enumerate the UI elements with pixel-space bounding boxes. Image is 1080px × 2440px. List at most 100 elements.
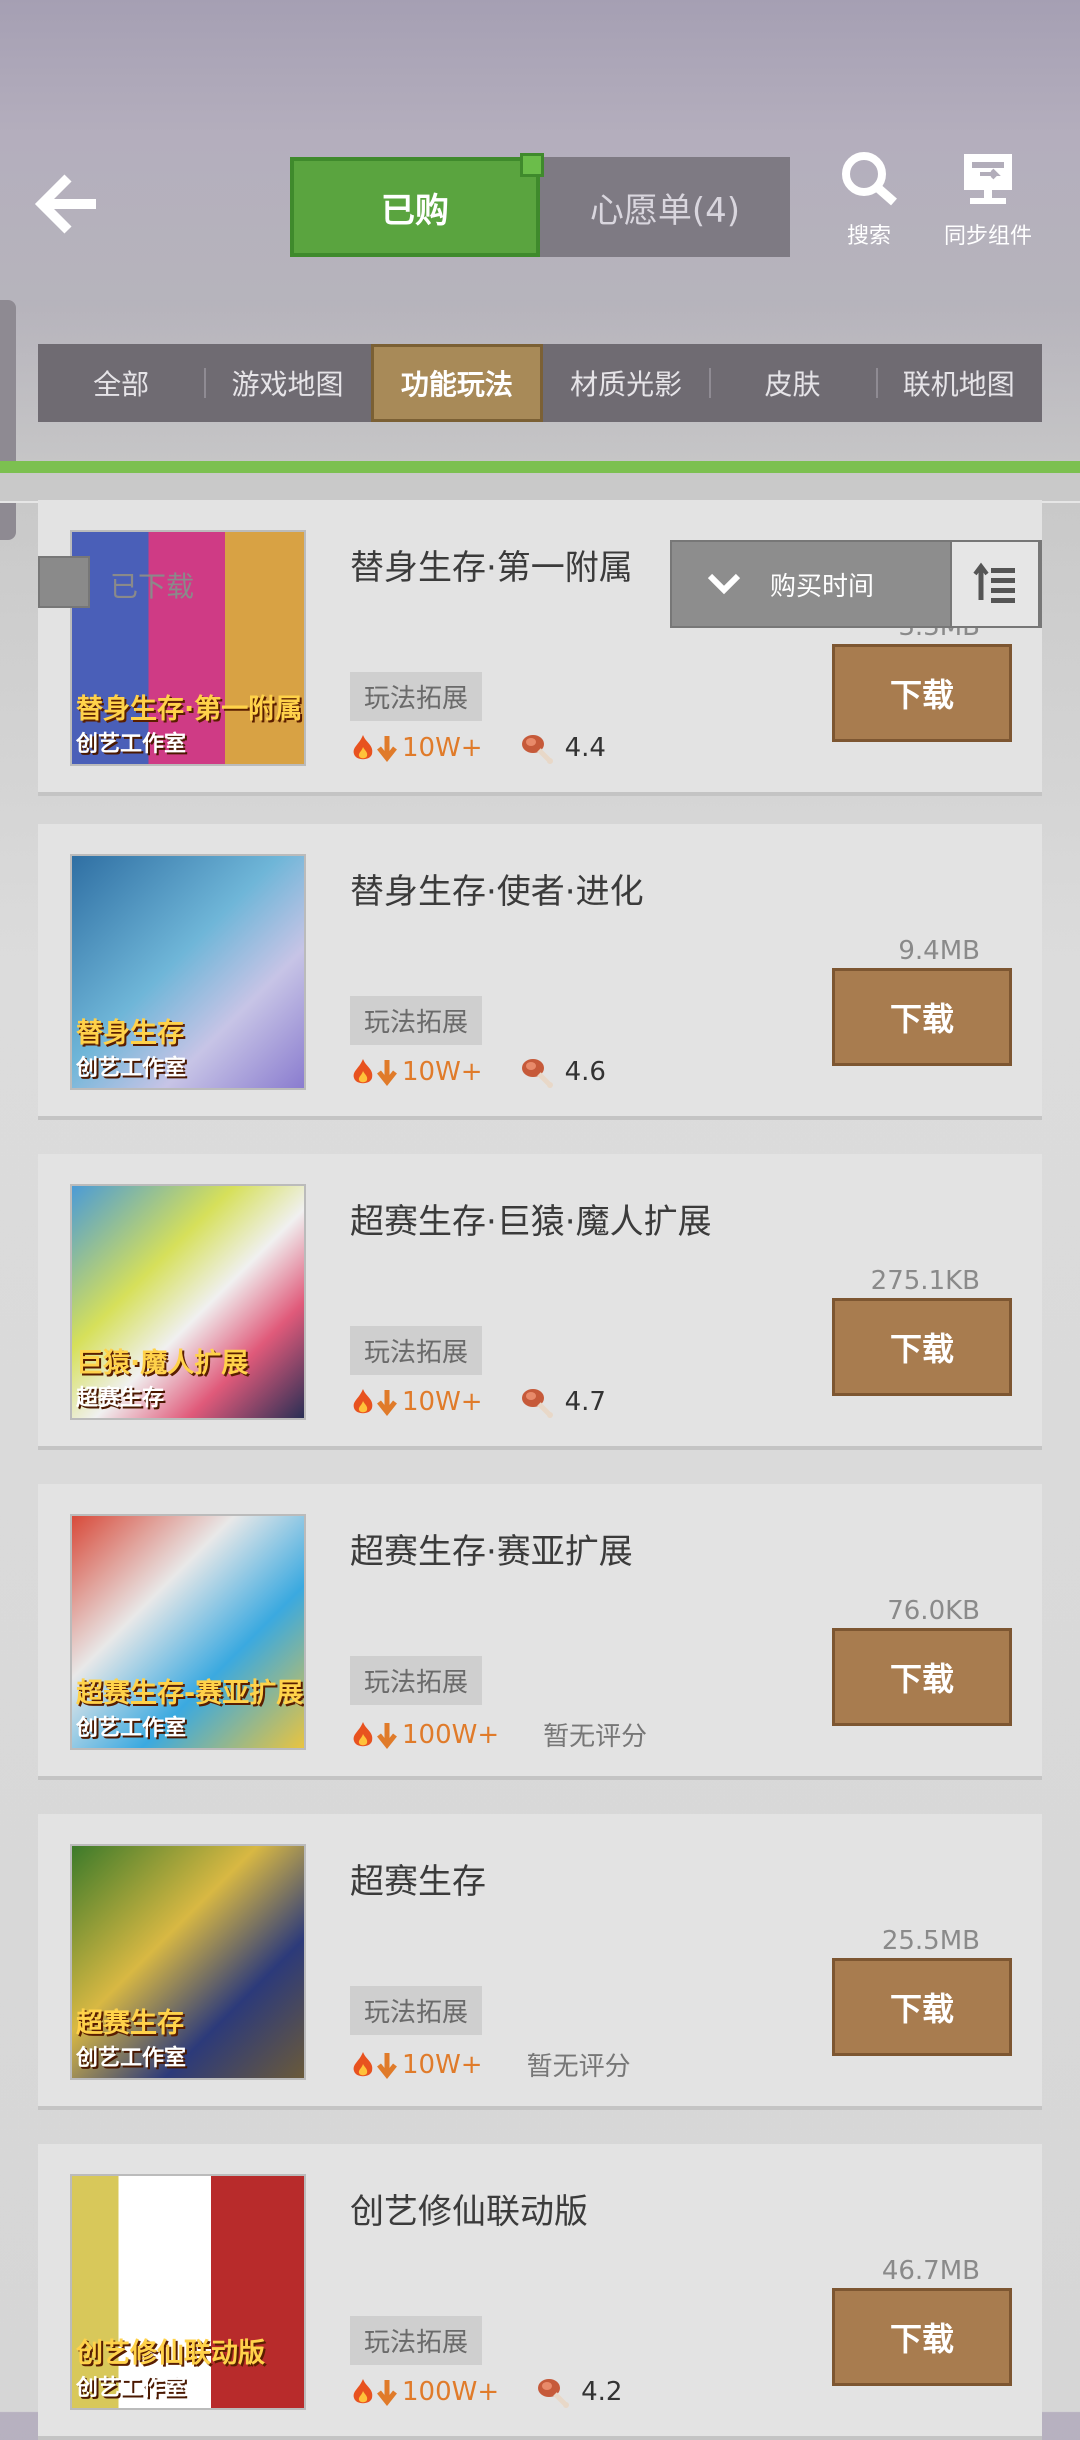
sync-label: 同步组件 <box>943 224 1032 249</box>
item-thumbnail[interactable]: 替身生存 创艺工作室 <box>70 854 306 1090</box>
meat-icon <box>538 2379 570 2408</box>
sort-order-button[interactable] <box>950 540 1040 628</box>
item-title[interactable]: 超赛生存·巨猿·魔人扩展 <box>350 1194 712 1243</box>
back-button[interactable] <box>32 170 112 240</box>
top-bar: 已购 心愿单(4) 搜索 同步组件 <box>0 0 1080 300</box>
fire-icon <box>353 2379 373 2404</box>
chevron-down-icon <box>707 573 741 595</box>
item-thumbnail[interactable]: 超赛生存-赛亚扩展 创艺工作室 <box>70 1514 306 1750</box>
download-button[interactable]: 下载 <box>832 1298 1012 1396</box>
item-no-rating: 暂无评分 <box>543 1722 648 1752</box>
tab-wishlist[interactable]: 心愿单(4) <box>540 157 790 257</box>
item-rating: 4.6 <box>564 1057 606 1087</box>
download-arrow-icon <box>377 2380 397 2406</box>
sync-icon <box>964 154 1012 204</box>
list-item[interactable]: 巨猿·魔人扩展 超赛生存 超赛生存·巨猿·魔人扩展 275.1KB 玩法拓展 1… <box>38 1154 1042 1450</box>
download-arrow-icon <box>377 2052 397 2079</box>
sort-order-icon <box>973 562 1015 603</box>
download-button-label: 下载 <box>889 2320 954 2358</box>
sort-control: 购买时间 <box>670 540 1042 628</box>
item-size: 25.5MB <box>881 1926 980 1956</box>
download-button[interactable]: 下载 <box>832 1958 1012 2056</box>
sync-components-button[interactable]: 同步组件 <box>940 150 1036 250</box>
side-drawer-handle[interactable] <box>0 300 16 540</box>
tab-gameplay[interactable]: 功能玩法 <box>370 344 543 422</box>
tab-bought-label: 已购 <box>381 190 449 231</box>
search-label: 搜索 <box>846 224 891 249</box>
item-tag: 玩法拓展 <box>350 1656 483 1705</box>
tab-label: 全部 <box>93 368 150 401</box>
thumbnail-caption: 替身生存 <box>76 1018 184 1049</box>
arrow-left-icon <box>34 174 96 234</box>
item-tag: 玩法拓展 <box>350 1326 483 1375</box>
fire-icon <box>353 735 373 760</box>
tab-all[interactable]: 全部 <box>38 344 204 422</box>
download-button[interactable]: 下载 <box>832 644 1012 742</box>
thumbnail-caption: 巨猿·魔人扩展 <box>76 1348 249 1379</box>
download-button[interactable]: 下载 <box>832 968 1012 1066</box>
search-icon <box>842 152 897 206</box>
thumbnail-caption: 超赛生存 <box>76 2008 184 2039</box>
list-item[interactable]: 替身生存 创艺工作室 替身生存·使者·进化 9.4MB 玩法拓展 10W+ 4.… <box>38 824 1042 1120</box>
item-thumbnail[interactable]: 超赛生存 创艺工作室 <box>70 1844 306 2080</box>
fire-icon <box>353 1721 373 1746</box>
download-count: 10W+ <box>402 1057 483 1087</box>
download-button[interactable]: 下载 <box>832 2288 1012 2386</box>
sort-dropdown[interactable]: 购买时间 <box>672 542 952 626</box>
sort-label: 购买时间 <box>770 571 875 602</box>
download-button-label: 下载 <box>889 1660 954 1698</box>
fire-icon <box>353 1389 373 1414</box>
item-size: 9.4MB <box>898 936 980 966</box>
download-arrow-icon <box>377 1390 397 1416</box>
tab-label: 游戏地图 <box>231 368 344 401</box>
fire-icon <box>353 2051 373 2076</box>
tab-textures-shaders[interactable]: 材质光影 <box>543 344 709 422</box>
fire-icon <box>353 1059 373 1084</box>
item-meta: 100W+ 4.2 <box>350 2376 622 2408</box>
item-tag: 玩法拓展 <box>350 1986 483 2035</box>
meat-icon <box>521 735 553 764</box>
item-size: 76.0KB <box>887 1596 980 1626</box>
item-meta: 10W+ 暂无评分 <box>350 2046 631 2083</box>
download-button-label: 下载 <box>889 1000 954 1038</box>
item-meta: 10W+ 4.6 <box>350 1056 606 1088</box>
download-arrow-icon <box>377 1722 397 1749</box>
search-button[interactable]: 搜索 <box>838 150 900 250</box>
item-no-rating: 暂无评分 <box>526 2052 631 2082</box>
thumbnail-subcaption: 超赛生存 <box>76 1386 165 1411</box>
thumbnail-subcaption: 创艺工作室 <box>76 732 187 757</box>
item-title[interactable]: 替身生存·第一附属 <box>350 540 633 589</box>
meat-icon <box>521 1389 553 1418</box>
item-rating: 4.2 <box>581 2377 623 2407</box>
thumbnail-subcaption: 创艺工作室 <box>76 1056 187 1081</box>
item-title[interactable]: 超赛生存·赛亚扩展 <box>350 1524 633 1573</box>
item-title[interactable]: 替身生存·使者·进化 <box>350 864 644 913</box>
item-thumbnail[interactable]: 创艺修仙联动版 创艺工作室 <box>70 2174 306 2410</box>
item-title[interactable]: 超赛生存 <box>350 1854 486 1903</box>
tab-bought[interactable]: 已购 <box>290 153 544 257</box>
item-thumbnail[interactable]: 巨猿·魔人扩展 超赛生存 <box>70 1184 306 1420</box>
item-title[interactable]: 创艺修仙联动版 <box>350 2184 588 2233</box>
tab-multiplayer-maps[interactable]: 联机地图 <box>875 344 1042 422</box>
thumbnail-subcaption: 创艺工作室 <box>76 2046 187 2071</box>
downloaded-filter-checkbox[interactable] <box>38 556 90 608</box>
divider <box>0 473 1080 503</box>
list-item[interactable]: 创艺修仙联动版 创艺工作室 创艺修仙联动版 46.7MB 玩法拓展 100W+ <box>38 2144 1042 2440</box>
thumbnail-caption: 创艺修仙联动版 <box>76 2338 265 2369</box>
list-item[interactable]: 超赛生存 创艺工作室 超赛生存 25.5MB 玩法拓展 10W+ 暂无评分 下载 <box>38 1814 1042 2110</box>
list-item[interactable]: 超赛生存-赛亚扩展 创艺工作室 超赛生存·赛亚扩展 76.0KB 玩法拓展 10… <box>38 1484 1042 1780</box>
download-button[interactable]: 下载 <box>832 1628 1012 1726</box>
download-count: 10W+ <box>402 1387 483 1417</box>
download-count: 100W+ <box>402 1719 500 1750</box>
downloaded-filter-label: 已下载 <box>110 570 195 603</box>
purchase-segment: 已购 心愿单(4) <box>290 153 790 257</box>
category-tabs: 全部 游戏地图 功能玩法 材质光影 皮肤 联机地图 <box>38 344 1042 422</box>
tab-skins[interactable]: 皮肤 <box>709 344 875 422</box>
tab-game-maps[interactable]: 游戏地图 <box>204 344 370 422</box>
download-button-label: 下载 <box>889 676 954 714</box>
item-size: 275.1KB <box>870 1266 980 1296</box>
tab-label: 材质光影 <box>570 368 683 401</box>
download-count: 100W+ <box>402 2377 500 2407</box>
tab-label: 联机地图 <box>902 368 1015 401</box>
download-arrow-icon <box>377 736 397 762</box>
